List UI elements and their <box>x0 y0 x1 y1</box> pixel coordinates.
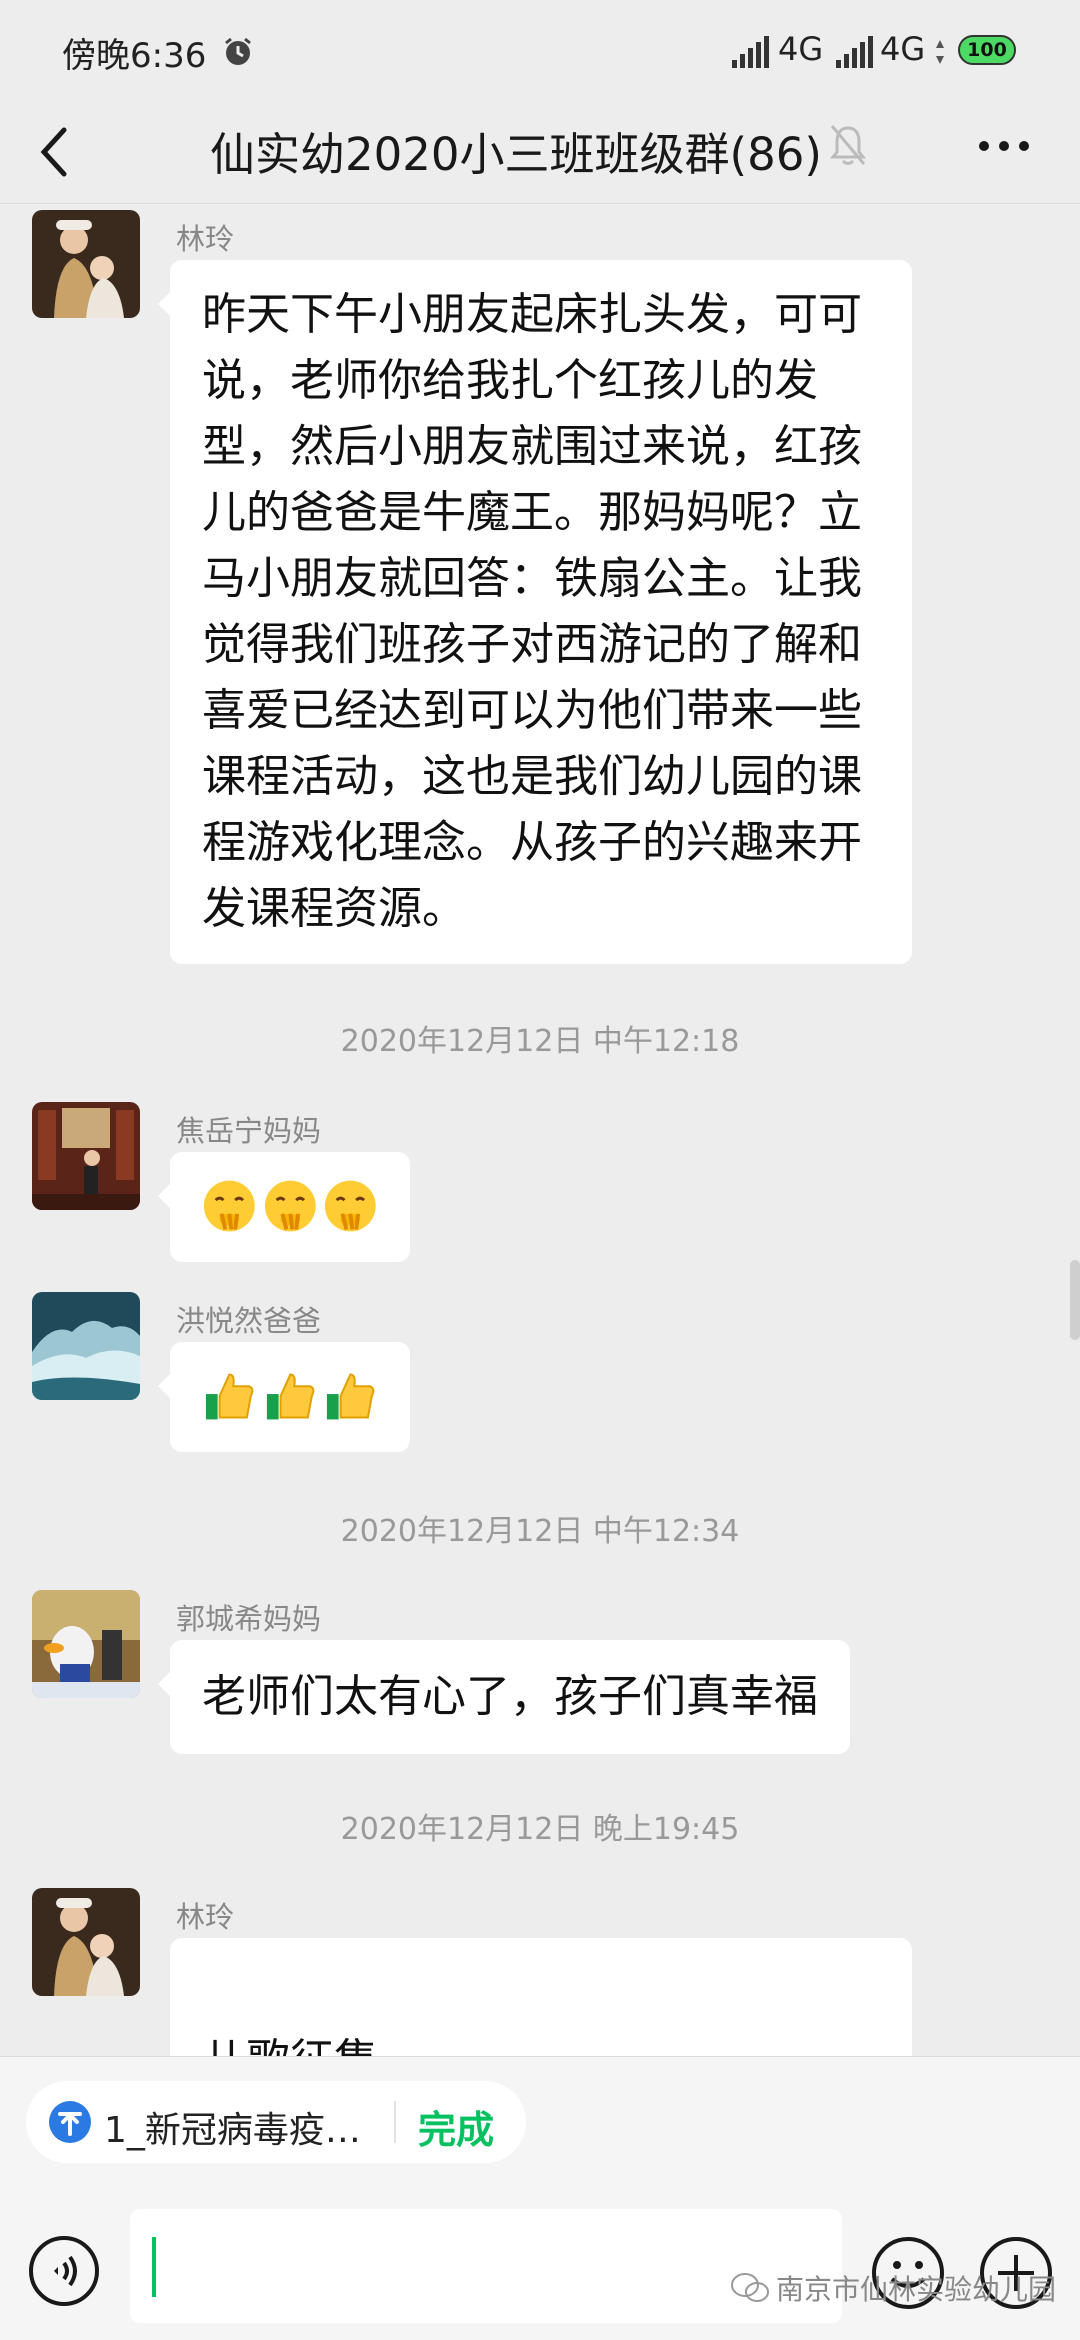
sender-name: 郭城希妈妈 <box>176 1602 322 1636</box>
wechat-icon <box>731 2273 769 2302</box>
signal-icon <box>732 36 769 68</box>
thumbs-up-icon <box>205 1373 254 1420</box>
sender-name: 林玲 <box>176 1900 235 1934</box>
battery-indicator: 100 <box>958 35 1016 65</box>
watermark: 南京市仙林实验幼儿园 <box>730 2268 1056 2308</box>
bell-off-icon <box>829 125 867 165</box>
message-text: 儿歌征集 《孙悟空打妖怪》这首儿歌我们班 <box>202 2035 862 2056</box>
divider <box>394 2101 396 2143</box>
watermark-text: 南京市仙林实验幼儿园 <box>776 2273 1057 2306</box>
more-dots-icon[interactable] <box>976 138 1032 154</box>
data-arrows-icon <box>936 40 944 64</box>
pinned-file-bar[interactable]: 1_新冠病毒疫… 完成 <box>26 2081 526 2163</box>
avatar[interactable] <box>32 1888 140 1996</box>
message-list[interactable]: 林玲 昨天下午小朋友起床扎头发，可可说，老师你给我扎个红孩儿的发型，然后小朋友就… <box>0 204 1080 2056</box>
shushing-face-icon <box>203 1180 255 1232</box>
avatar[interactable] <box>32 1590 140 1698</box>
status-bar: 傍晚6:36 4G 4G 100 <box>0 0 1080 100</box>
sender-name: 焦岳宁妈妈 <box>176 1114 322 1148</box>
avatar[interactable] <box>32 1102 140 1210</box>
network-type-2: 4G <box>880 30 926 68</box>
message-bubble[interactable]: 老师们太有心了，孩子们真幸福 <box>158 1640 850 1754</box>
timestamp: 2020年12月12日 中午12:34 <box>340 1514 740 1549</box>
message-bubble[interactable]: 昨天下午小朋友起床扎头发，可可说，老师你给我扎个红孩儿的发型，然后小朋友就围过来… <box>158 260 912 964</box>
scrollbar-thumb[interactable] <box>1070 1260 1080 1340</box>
message-text: 昨天下午小朋友起床扎头发，可可说，老师你给我扎个红孩儿的发型，然后小朋友就围过来… <box>202 289 862 934</box>
thumbs-up-icon <box>327 1373 375 1420</box>
pinned-file-label: 1_新冠病毒疫… <box>104 2110 361 2151</box>
chat-header: 仙实幼2020小三班班级群(86) <box>0 100 1080 204</box>
voice-icon[interactable] <box>28 2235 100 2307</box>
message-bubble[interactable]: 儿歌征集 《孙悟空打妖怪》这首儿歌我们班 <box>170 1938 912 2056</box>
avatar[interactable] <box>32 210 140 318</box>
avatar[interactable] <box>32 1292 140 1400</box>
network-type-1: 4G <box>778 30 824 68</box>
timestamp: 2020年12月12日 中午12:18 <box>340 1024 740 1059</box>
chevron-left-icon[interactable] <box>36 122 72 182</box>
done-button[interactable]: 完成 <box>418 2099 494 2154</box>
emoji-bubble[interactable] <box>158 1152 410 1262</box>
signal-icon <box>836 36 873 68</box>
emoji-bubble[interactable] <box>158 1342 410 1452</box>
chat-title: 仙实幼2020小三班班级群(86) <box>210 128 822 181</box>
shushing-face-icon <box>325 1180 377 1232</box>
message-text: 老师们太有心了，孩子们真幸福 <box>202 1671 818 1722</box>
sender-name: 洪悦然爸爸 <box>176 1304 322 1338</box>
alarm-clock-icon <box>225 37 251 65</box>
status-time: 傍晚6:36 <box>62 36 207 76</box>
timestamp: 2020年12月12日 晚上19:45 <box>340 1812 740 1847</box>
sender-name: 林玲 <box>176 222 235 256</box>
shushing-face-icon <box>264 1180 316 1232</box>
text-caret <box>152 2237 156 2297</box>
pin-upload-icon <box>49 2101 91 2143</box>
thumbs-up-icon <box>266 1373 315 1420</box>
